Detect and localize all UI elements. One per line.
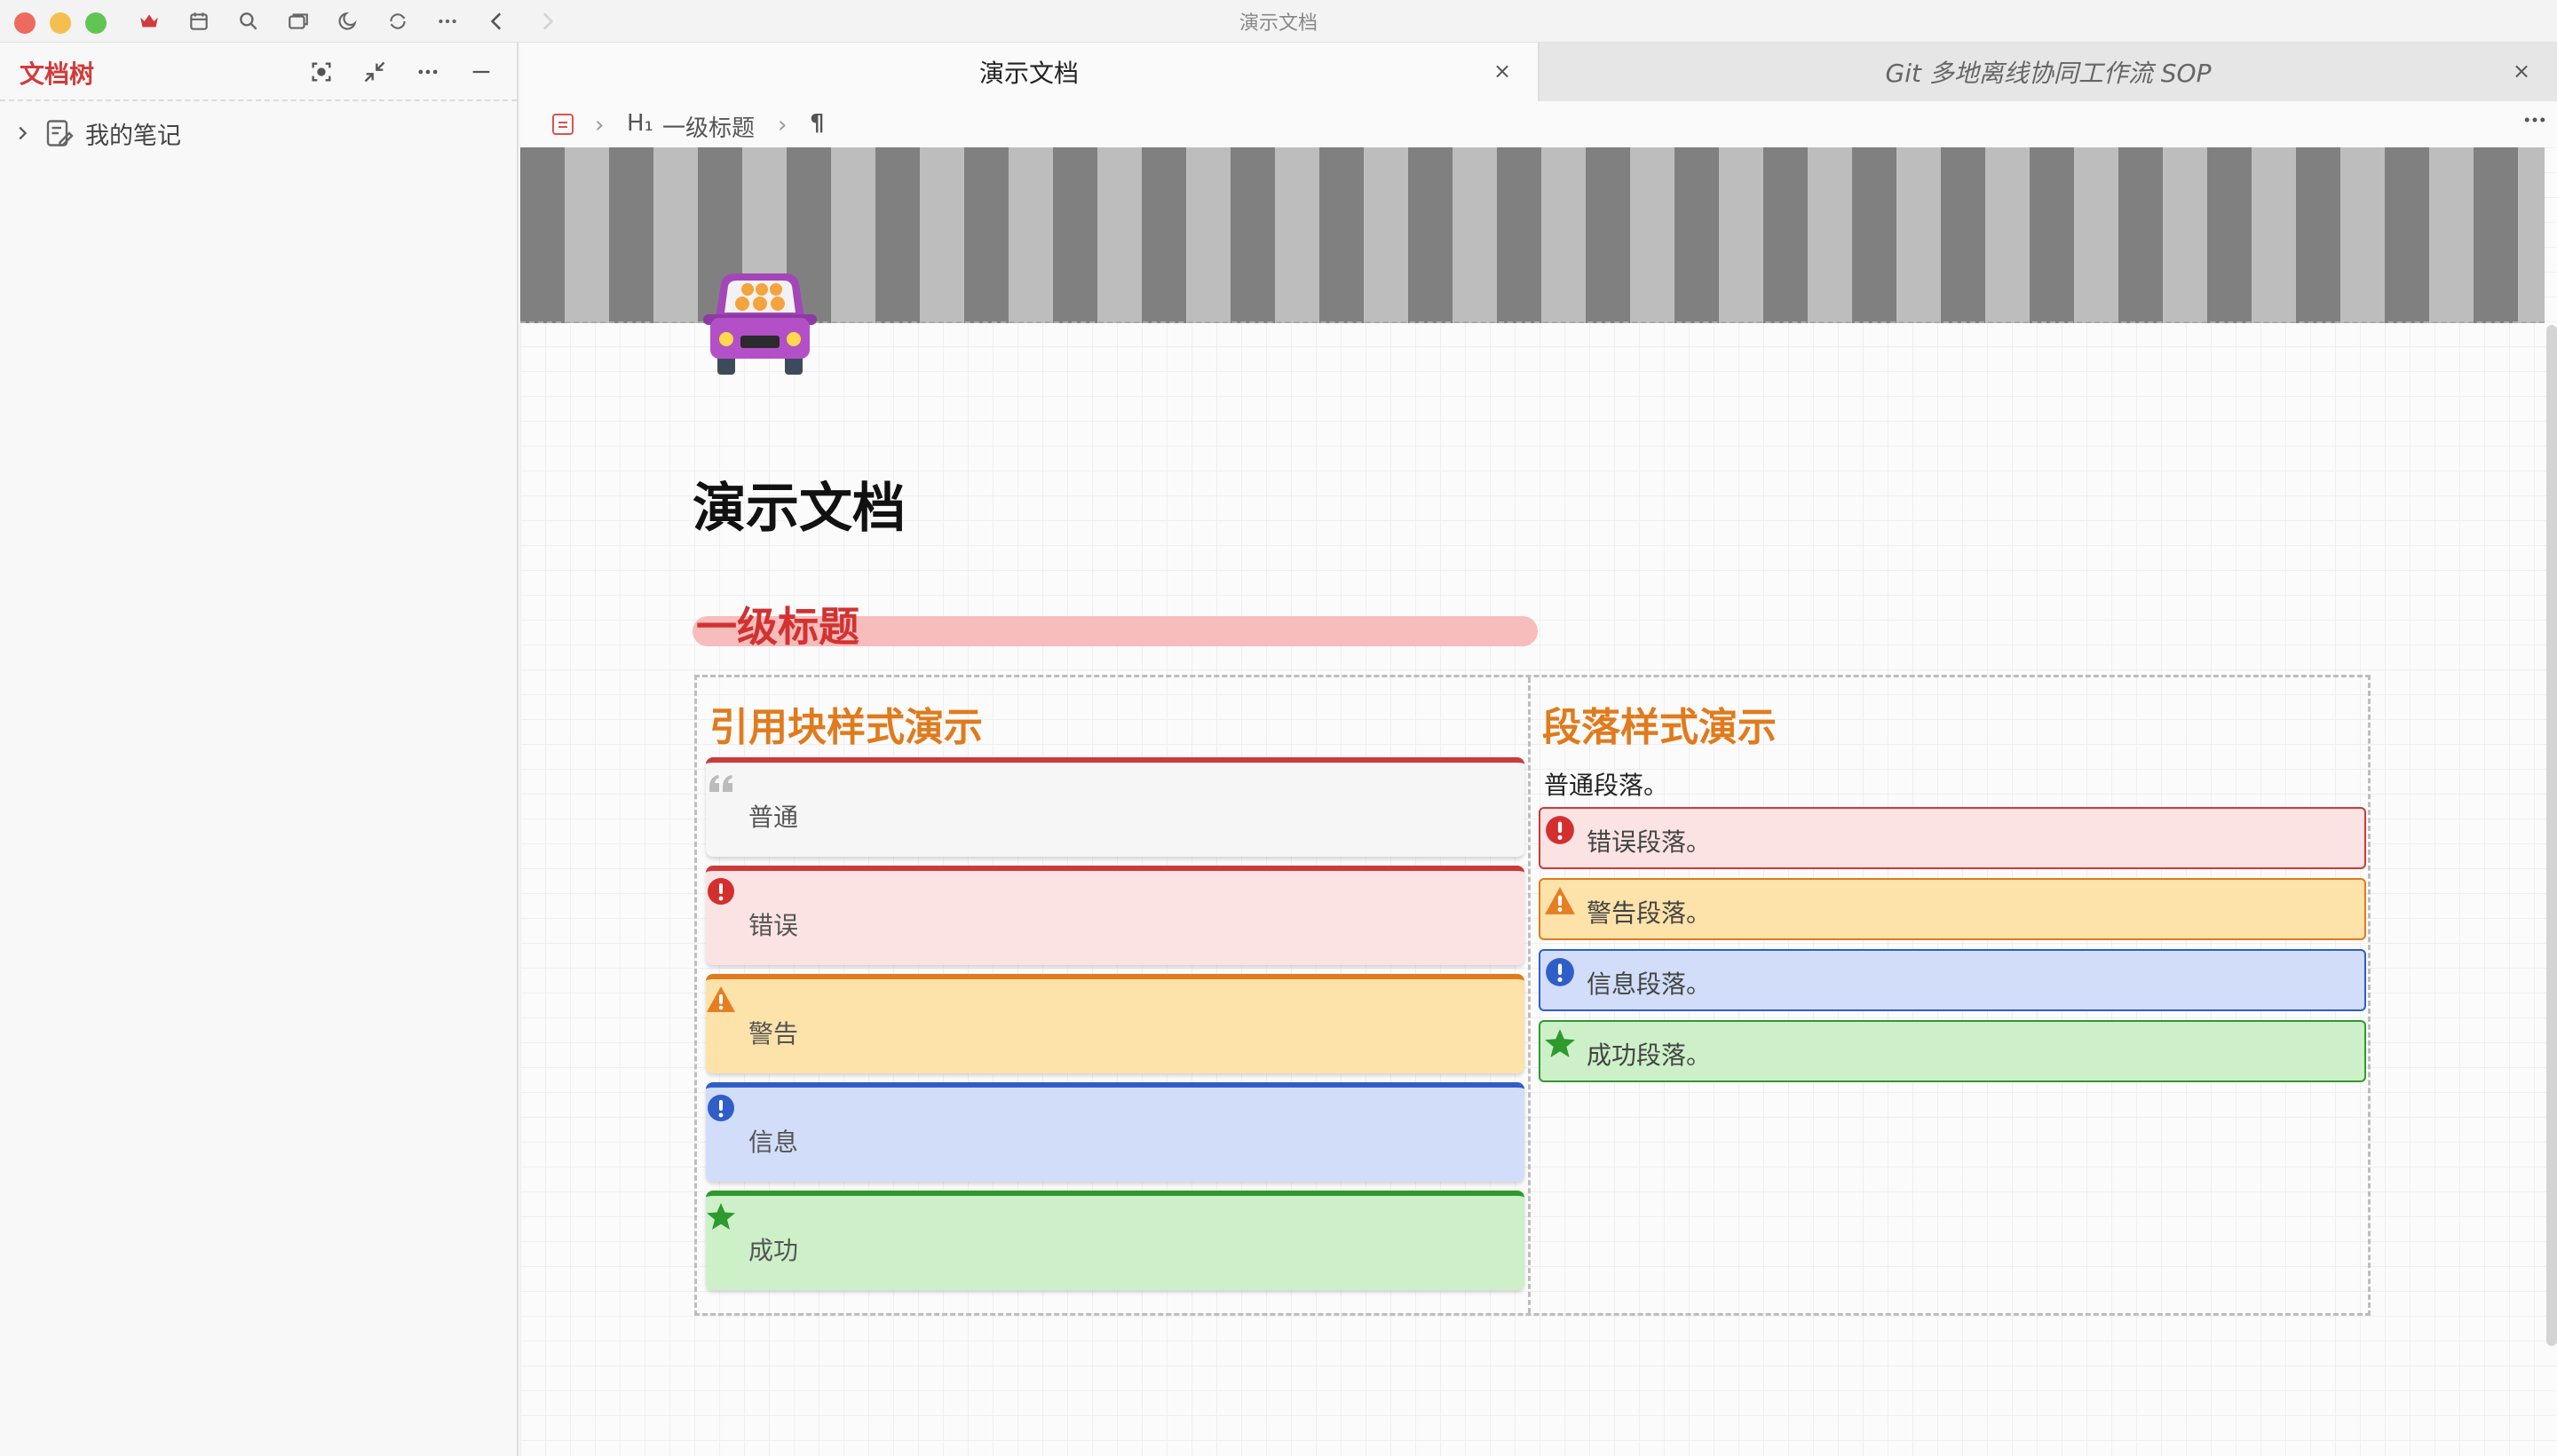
window-title: 演示文档 [1239, 12, 1318, 35]
minimize-icon[interactable] [465, 57, 497, 87]
editor[interactable]: 演示文档 一级标题 引用块样式演示 普通 错误 警告 信息 成功 段落样式演示 … [520, 147, 2557, 1456]
chevron-right-icon[interactable] [12, 123, 32, 143]
paragraph-text: 警告段落。 [1587, 898, 1712, 928]
breadcrumb-heading-level[interactable]: H₁ [627, 110, 653, 137]
collapse-icon[interactable] [359, 57, 391, 87]
error-icon [1546, 816, 1574, 844]
blockquote-plain[interactable]: 普通 [706, 757, 1524, 857]
paragraph-text: 错误段落。 [1587, 827, 1712, 857]
column-divider [1528, 677, 1532, 1313]
more-icon[interactable] [412, 57, 444, 87]
blockquote-warning[interactable]: 警告 [706, 974, 1524, 1073]
heading-1-text[interactable]: 一级标题 [696, 595, 859, 653]
more-icon[interactable] [2521, 107, 2548, 140]
blockquote-info[interactable]: 信息 [706, 1082, 1524, 1182]
info-icon [708, 1095, 734, 1121]
tab-label: Git 多地离线协同工作流 SOP [1885, 59, 2212, 88]
warning-icon [707, 986, 735, 1012]
tab-bar: 演示文档 × Git 多地离线协同工作流 SOP × [520, 43, 2557, 101]
paragraph-info[interactable]: 信息段落。 [1539, 949, 2366, 1011]
breadcrumb-heading[interactable]: 一级标题 [662, 110, 755, 143]
heading-1[interactable]: 一级标题 [693, 595, 1538, 651]
blockquote-success[interactable]: 成功 [706, 1191, 1524, 1290]
tab-demo-doc[interactable]: 演示文档 × [520, 43, 1540, 101]
blockquote-column: 引用块样式演示 普通 错误 警告 信息 成功 [706, 695, 1524, 1299]
paragraph-text: 信息段落。 [1587, 969, 1712, 999]
taxi-icon[interactable] [698, 268, 822, 378]
notebook-icon [46, 120, 74, 146]
document-banner[interactable] [520, 147, 2545, 323]
paragraph-error[interactable]: 错误段落。 [1539, 807, 2366, 869]
sidebar: 文档树 我的笔记 [0, 43, 519, 1456]
star-icon [707, 1203, 735, 1230]
blockquote-text: 警告 [748, 1019, 799, 1048]
star-icon [1545, 1029, 1575, 1057]
notebook-item[interactable]: 我的笔记 [12, 114, 492, 153]
warning-icon [1545, 887, 1575, 914]
close-icon[interactable]: × [1492, 60, 1513, 82]
notebook-label: 我的笔记 [85, 122, 181, 150]
blockquote-error[interactable]: 错误 [706, 866, 1524, 965]
paragraph-success[interactable]: 成功段落。 [1539, 1020, 2366, 1082]
paragraph-text: 成功段落。 [1587, 1041, 1712, 1070]
document-icon[interactable] [552, 114, 574, 135]
title-bar: 演示文档 [0, 0, 2557, 43]
two-column-superblock[interactable]: 引用块样式演示 普通 错误 警告 信息 成功 段落样式演示 普通段落。 错误段落… [694, 675, 2371, 1316]
sidebar-header: 文档树 [0, 43, 517, 101]
paragraph-icon[interactable]: ¶ [810, 110, 825, 137]
error-icon [708, 878, 734, 905]
document-title[interactable]: 演示文档 [693, 465, 906, 542]
sidebar-title: 文档树 [20, 59, 95, 89]
blockquote-text: 错误 [748, 911, 799, 940]
chevron-right-icon: › [595, 112, 605, 138]
blockquote-text: 信息 [748, 1128, 799, 1157]
quote-icon [709, 775, 732, 792]
tab-label: 演示文档 [978, 59, 1079, 88]
breadcrumb: › H₁ 一级标题 › ¶ [520, 101, 2557, 147]
paragraph-column: 段落样式演示 普通段落。 错误段落。 警告段落。 信息段落。 成功段落。 [1539, 695, 2366, 1091]
blockquote-text: 成功 [748, 1236, 799, 1265]
paragraph-warning[interactable]: 警告段落。 [1539, 878, 2366, 940]
info-icon [1546, 958, 1574, 986]
tab-git-sop[interactable]: Git 多地离线协同工作流 SOP × [1540, 43, 2557, 101]
chevron-right-icon: › [778, 112, 788, 138]
blockquote-text: 普通 [748, 803, 799, 832]
plain-paragraph[interactable]: 普通段落。 [1544, 757, 2366, 807]
focus-icon[interactable] [305, 57, 337, 87]
scrollbar[interactable] [2546, 325, 2557, 1346]
close-icon[interactable]: × [2511, 60, 2532, 82]
column-heading[interactable]: 段落样式演示 [1542, 695, 2366, 757]
column-heading[interactable]: 引用块样式演示 [709, 695, 1524, 757]
